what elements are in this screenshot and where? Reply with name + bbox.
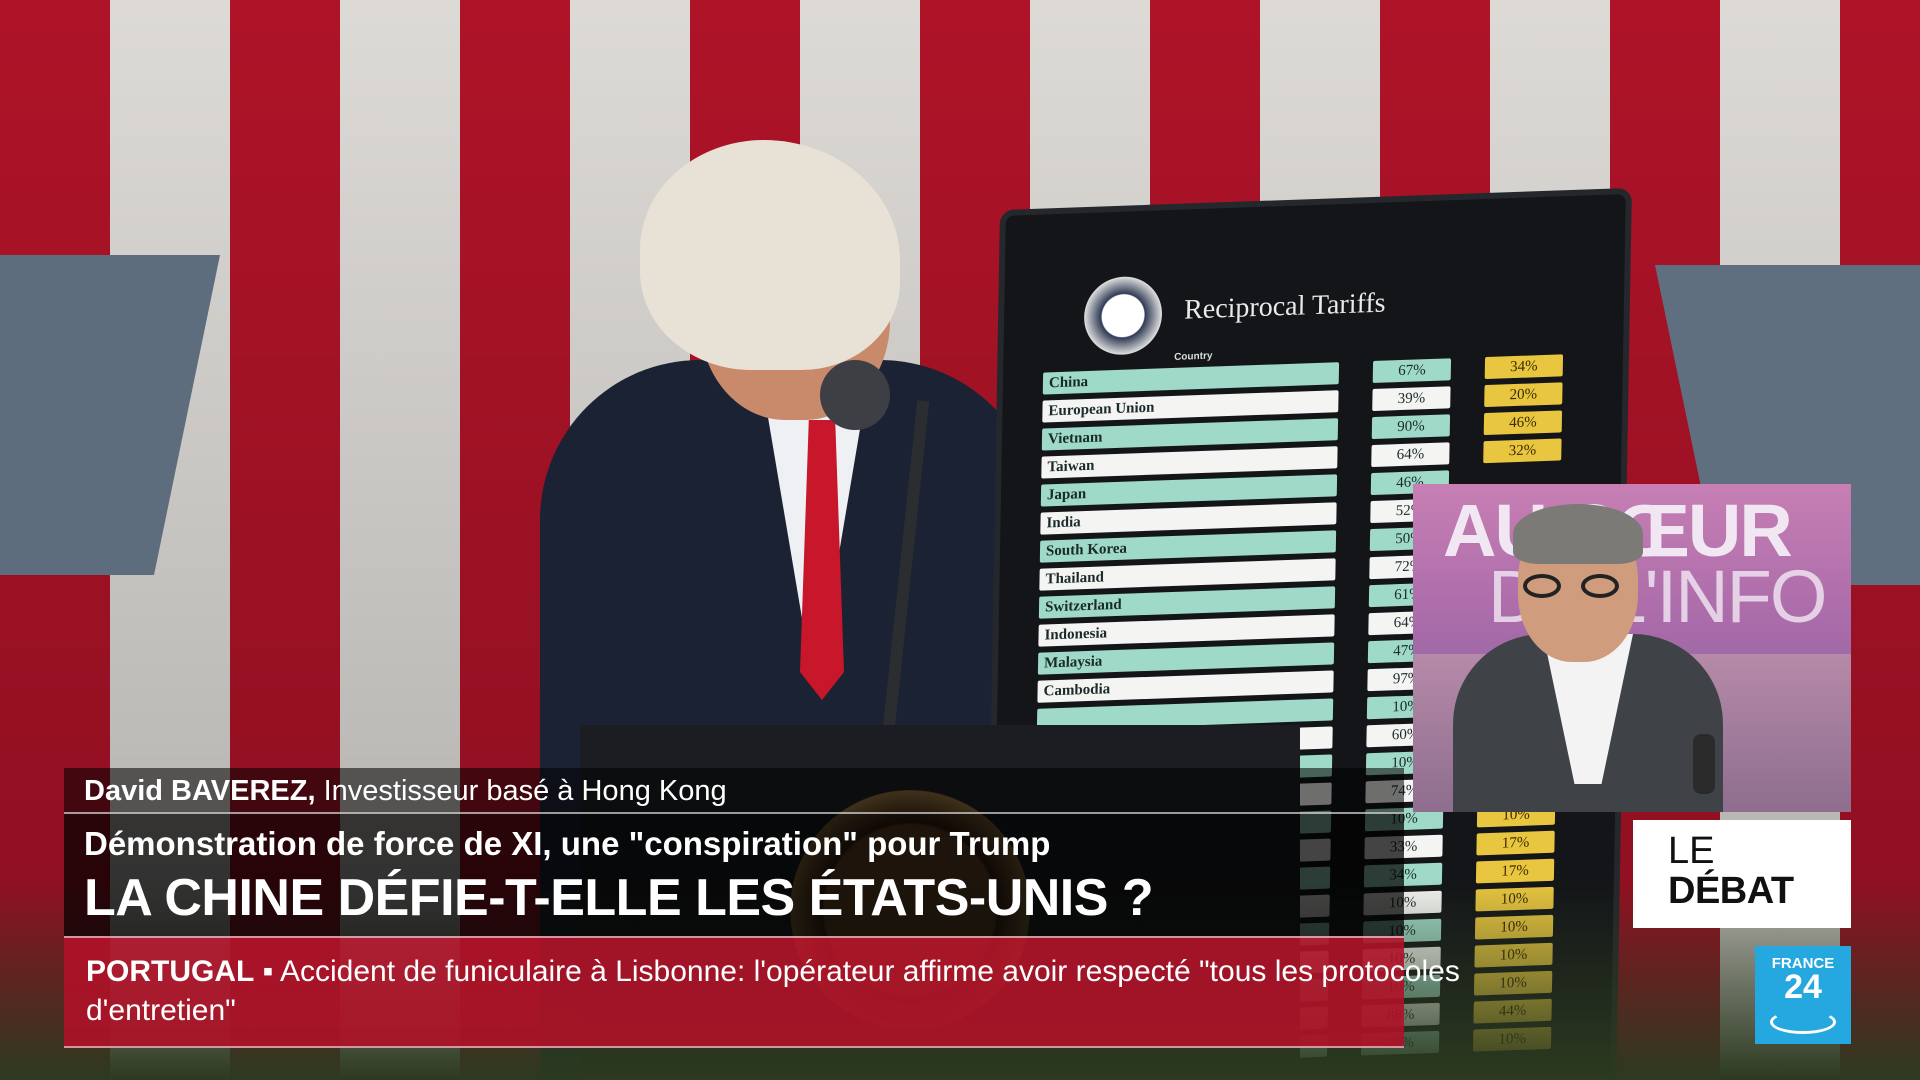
headline: LA CHINE DÉFIE-T-ELLE LES ÉTATS-UNIS ? [84, 869, 1154, 927]
guest-video-inset: AU CŒUR DE L'INFO [1413, 484, 1851, 812]
france24-wave-icon [1770, 1010, 1836, 1034]
microphone-icon [820, 360, 890, 430]
ticker-text: Accident de funiculaire à Lisbonne: l'op… [86, 955, 1460, 1027]
ticker-keyword: PORTUGAL [86, 955, 255, 988]
program-badge-line2: DÉBAT [1668, 870, 1794, 912]
guest-caption: David BAVEREZ, Investisseur basé à Hong … [84, 775, 727, 808]
guest-role: Investisseur basé à Hong Kong [323, 775, 727, 807]
tariff-reciprocal: 34% [1484, 354, 1564, 380]
tariff-reciprocal: 32% [1483, 438, 1562, 464]
tariff-charged: 39% [1372, 386, 1451, 412]
subheadline: Démonstration de force de XI, une "consp… [84, 825, 1051, 862]
board-title: Reciprocal Tariffs [1183, 287, 1386, 326]
presidential-seal-icon [1083, 275, 1163, 357]
tariff-charged: 67% [1372, 358, 1452, 384]
tariff-reciprocal: 46% [1483, 410, 1563, 436]
tariff-charged: 64% [1371, 442, 1450, 468]
logo-text-24: 24 [1784, 968, 1822, 1006]
microphone-icon [1693, 734, 1715, 794]
glasses-icon [1523, 574, 1633, 600]
tariff-reciprocal: 17% [1476, 830, 1555, 856]
program-badge-line1: LE [1668, 830, 1715, 872]
tariff-charged: 90% [1371, 414, 1451, 440]
guest-name: David BAVEREZ, [84, 775, 316, 807]
news-ticker: PORTUGAL ▪ Accident de funiculaire à Lis… [86, 952, 1506, 1030]
ticker-separator-icon: ▪ [262, 955, 274, 988]
tariff-reciprocal: 20% [1484, 382, 1563, 408]
